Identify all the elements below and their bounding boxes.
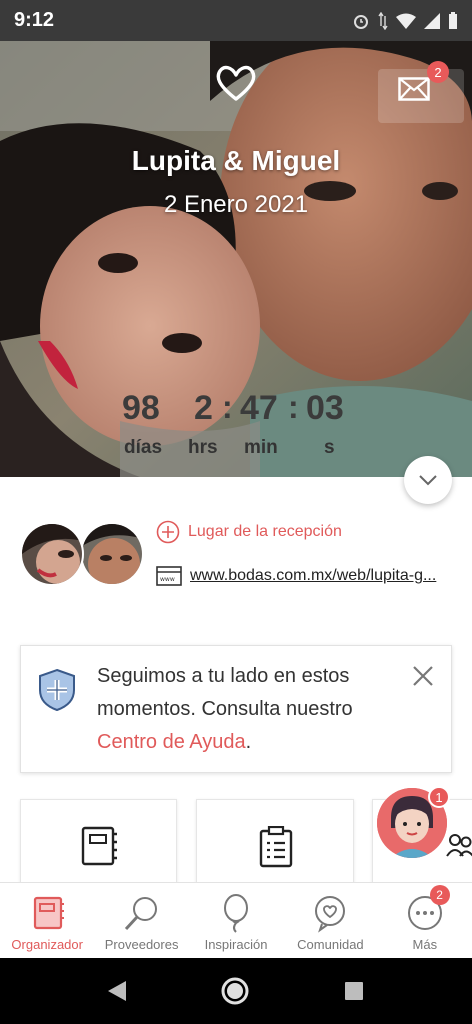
nav-mas-badge: 2 — [429, 885, 450, 905]
mail-badge: 2 — [427, 61, 449, 83]
nav-comunidad-label: Comunidad — [297, 937, 364, 952]
planner-book-icon — [34, 896, 65, 930]
close-icon[interactable] — [411, 664, 435, 688]
data-arrows-icon — [378, 11, 388, 30]
countdown-hours-label: hrs — [188, 437, 218, 458]
plus-circle-icon — [156, 520, 180, 544]
countdown-separator: : — [222, 389, 233, 425]
nav-proveedores[interactable]: Proveedores — [94, 883, 188, 958]
countdown-days: 98 — [122, 389, 160, 427]
checklist-card[interactable] — [196, 799, 354, 889]
status-bar: 9:12 — [0, 0, 472, 41]
wifi-icon — [396, 13, 416, 29]
wedding-organizer-screen: 9:12 2 Lupita & Miguel 2 Enero 2021 98 2… — [0, 0, 472, 1024]
home-icon[interactable] — [220, 976, 250, 1006]
avatar-bride — [20, 522, 84, 586]
wedding-website-link[interactable]: www www.bodas.com.mx/web/lupita-g... — [156, 566, 456, 586]
help-notice-period: . — [245, 731, 252, 753]
countdown-minutes: 47 — [240, 389, 278, 427]
nav-inspiracion-label: Inspiración — [204, 937, 268, 952]
help-center-link[interactable]: Centro de Ayuda — [97, 731, 246, 753]
hero-section: 2 Lupita & Miguel 2 Enero 2021 98 2 : 47… — [0, 41, 472, 477]
countdown-days-label: días — [124, 437, 163, 458]
countdown-hours: 2 — [194, 389, 213, 427]
bottom-navigation: Organizador Proveedores Inspiración Comu… — [0, 882, 472, 958]
status-time: 9:12 — [14, 9, 55, 31]
nav-proveedores-label: Proveedores — [104, 937, 179, 952]
alarm-icon — [354, 14, 368, 29]
browser-icon: www — [156, 566, 182, 586]
nav-organizador[interactable]: Organizador — [0, 883, 94, 958]
countdown-minutes-label: min — [244, 437, 278, 458]
nav-mas-label: Más — [412, 937, 438, 952]
signal-icon — [424, 12, 440, 29]
shield-plus-icon — [39, 668, 75, 712]
notebook-icon — [81, 826, 117, 866]
nav-organizador-label: Organizador — [11, 937, 83, 952]
battery-icon — [449, 11, 457, 29]
back-icon[interactable] — [106, 980, 128, 1002]
nav-mas[interactable]: Más 2 — [378, 883, 472, 958]
avatar-groom — [80, 522, 144, 586]
expand-button[interactable] — [404, 456, 452, 504]
search-icon — [124, 897, 157, 931]
heart-logo-icon — [216, 65, 256, 101]
status-icons — [352, 11, 458, 30]
guests-icon — [446, 834, 472, 857]
help-notice-body: Seguimos a tu lado en estos momentos. Co… — [97, 665, 353, 720]
mail-icon[interactable] — [398, 77, 430, 101]
system-navigation-bar — [0, 958, 472, 1024]
help-notice-text: Seguimos a tu lado en estos momentos. Co… — [97, 660, 397, 759]
svg-text:www: www — [160, 576, 175, 583]
countdown-seconds-label: s — [324, 437, 335, 458]
recents-icon[interactable] — [344, 981, 364, 1001]
couple-names: Lupita & Miguel — [131, 145, 341, 176]
nav-inspiracion[interactable]: Inspiración — [189, 883, 283, 958]
clipboard-checklist-icon — [259, 826, 293, 868]
guest-book-card[interactable] — [20, 799, 177, 889]
reception-location-label: Lugar de la recepción — [188, 523, 342, 540]
countdown-separator: : — [288, 389, 299, 425]
reception-location-link[interactable]: Lugar de la recepción — [156, 520, 342, 544]
nav-comunidad[interactable]: Comunidad — [283, 883, 377, 958]
countdown-seconds: 03 — [306, 389, 344, 427]
wedding-date: 2 Enero 2021 — [163, 191, 309, 218]
help-notice-card: Seguimos a tu lado en estos momentos. Co… — [20, 645, 452, 773]
balloon-icon — [224, 894, 249, 933]
wedding-website-url: www.bodas.com.mx/web/lupita-g... — [190, 567, 437, 584]
chat-heart-icon — [315, 896, 346, 933]
chat-assistant-badge: 1 — [428, 786, 450, 808]
chevron-down-icon — [419, 475, 437, 486]
